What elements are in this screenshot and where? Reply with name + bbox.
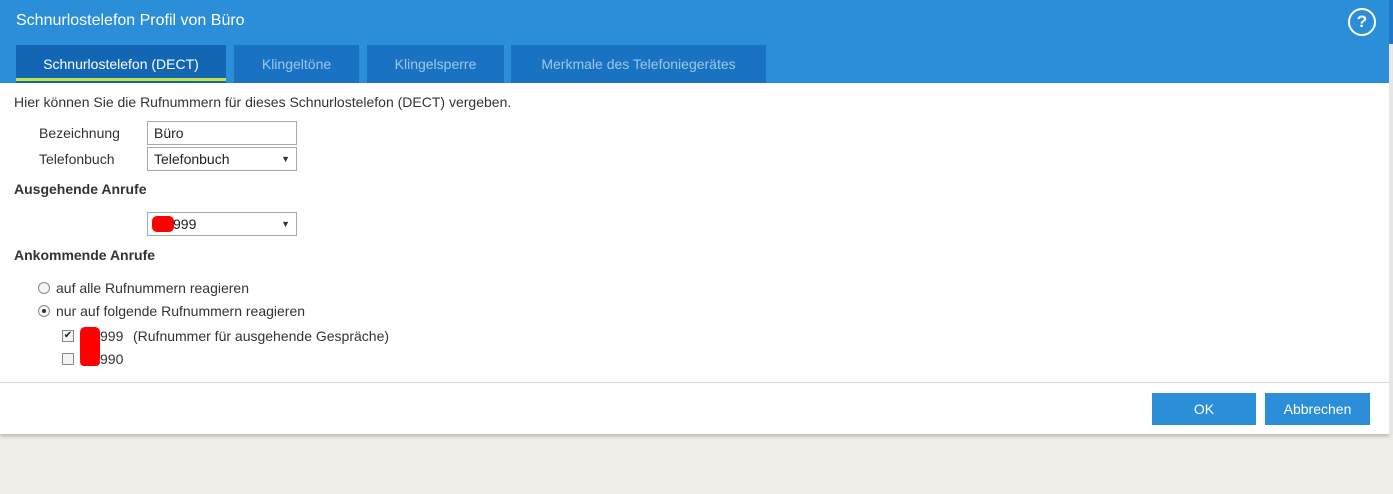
profile-dialog: Schnurlostelefon Profil von Büro ? Schnu… [0,0,1389,434]
dialog-title: Schnurlostelefon Profil von Büro [16,12,245,29]
chevron-down-icon: ▼ [281,154,290,164]
tab-klingelsperre[interactable]: Klingelsperre [367,45,504,83]
bezeichnung-input[interactable] [147,121,297,145]
incoming-calls-heading: Ankommende Anrufe [14,247,156,263]
intro-text: Hier können Sie die Rufnummern für diese… [14,94,512,110]
redaction-mark [80,358,100,366]
redaction-mark [152,216,174,232]
cancel-button[interactable]: Abbrechen [1265,393,1370,425]
outgoing-number-select[interactable]: 999 ▼ [147,212,297,236]
bezeichnung-label: Bezeichnung [39,125,120,141]
ok-button[interactable]: OK [1152,393,1256,425]
telefonbuch-label: Telefonbuch [39,151,115,167]
number-1: 999 [100,328,124,344]
help-icon[interactable]: ? [1348,8,1376,36]
tab-merkmale-des-telefoniegeraetes[interactable]: Merkmale des Telefoniegerätes [511,45,766,83]
outgoing-calls-heading: Ausgehende Anrufe [14,181,147,197]
number-2: 990 [100,351,124,367]
number-1-note: (Rufnummer für ausgehende Gespräche) [133,328,390,344]
tab-klingeltoene[interactable]: Klingeltöne [234,45,359,83]
tab-schnurlostelefon-dect[interactable]: Schnurlostelefon (DECT) [16,45,226,83]
outgoing-number-value: 999 [173,216,197,232]
number-checkbox-1[interactable]: ✔ [62,330,74,342]
footer-divider [0,382,1389,383]
scrollbar[interactable] [1389,0,1393,434]
radio-all-numbers[interactable] [38,282,50,294]
dialog-header: Schnurlostelefon Profil von Büro ? Schnu… [0,0,1389,83]
telefonbuch-select[interactable]: Telefonbuch ▼ [147,147,297,171]
radio-all-numbers-label: auf alle Rufnummern reagieren [56,280,249,296]
radio-selected-numbers-label: nur auf folgende Rufnummern reagieren [56,303,306,319]
radio-selected-numbers[interactable] [38,305,50,317]
scrollbar-thumb[interactable] [1389,0,1393,44]
telefonbuch-select-value: Telefonbuch [154,151,230,167]
chevron-down-icon: ▼ [281,219,290,229]
number-checkbox-2[interactable] [62,353,74,365]
